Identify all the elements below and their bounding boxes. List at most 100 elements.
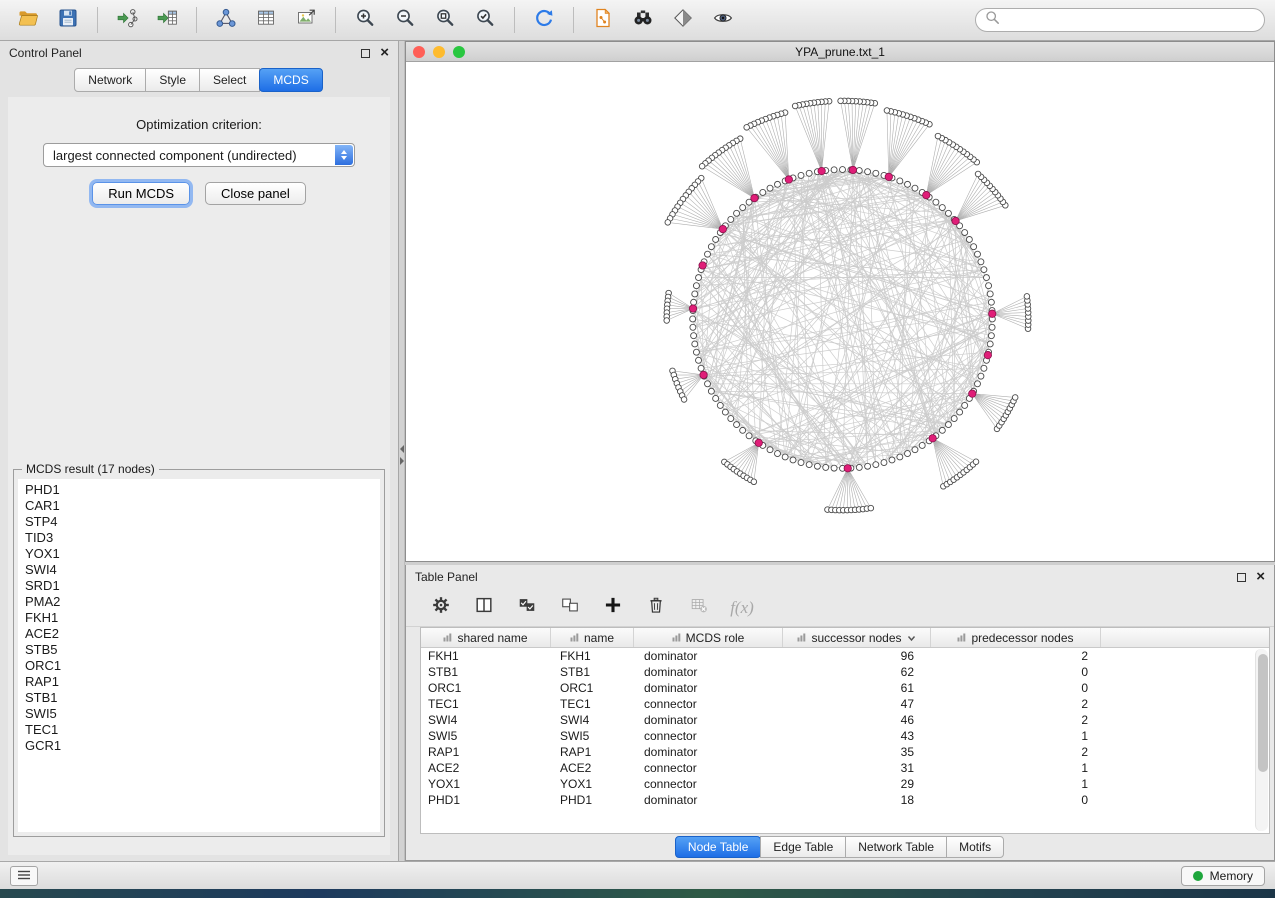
zoom-selected-button[interactable] bbox=[467, 4, 503, 36]
split-panel-button[interactable] bbox=[471, 595, 497, 621]
table-cell: 61 bbox=[783, 681, 931, 695]
import-network-button[interactable] bbox=[109, 4, 145, 36]
add-column-button[interactable] bbox=[600, 595, 626, 621]
tab-mcds[interactable]: MCDS bbox=[259, 68, 322, 92]
refresh-layout-button[interactable] bbox=[526, 4, 562, 36]
close-panel-icon[interactable]: × bbox=[380, 48, 389, 58]
mcds-result-item[interactable]: ORC1 bbox=[25, 658, 380, 674]
close-table-panel-icon[interactable]: × bbox=[1256, 572, 1265, 582]
table-row[interactable]: ACE2ACE2connector311 bbox=[421, 760, 1269, 776]
mcds-result-item[interactable]: SRD1 bbox=[25, 578, 380, 594]
mcds-result-item[interactable]: STB5 bbox=[25, 642, 380, 658]
select-all-button[interactable] bbox=[514, 595, 540, 621]
tab-motifs[interactable]: Motifs bbox=[946, 836, 1004, 858]
show-graphics-details-button[interactable] bbox=[705, 4, 741, 36]
column-header-successor-nodes[interactable]: successor nodes bbox=[783, 628, 931, 647]
mcds-result-item[interactable]: YOX1 bbox=[25, 546, 380, 562]
tab-edge-table[interactable]: Edge Table bbox=[760, 836, 846, 858]
mcds-result-item[interactable]: PHD1 bbox=[25, 482, 380, 498]
window-minimize-button[interactable] bbox=[433, 46, 445, 58]
run-mcds-button[interactable]: Run MCDS bbox=[92, 182, 190, 205]
table-toolbar: f(x) bbox=[406, 589, 1274, 627]
show-panels-button[interactable] bbox=[10, 866, 38, 886]
table-row[interactable]: SWI4SWI4dominator462 bbox=[421, 712, 1269, 728]
tab-node-table[interactable]: Node Table bbox=[675, 836, 762, 858]
mcds-result-item[interactable]: SWI4 bbox=[25, 562, 380, 578]
table-cell: FKH1 bbox=[551, 649, 634, 663]
table-cell: ORC1 bbox=[551, 681, 634, 695]
tab-network[interactable]: Network bbox=[74, 68, 146, 92]
new-network-button[interactable] bbox=[208, 4, 244, 36]
mcds-result-item[interactable]: GCR1 bbox=[25, 738, 380, 754]
panel-splitter[interactable] bbox=[399, 41, 405, 861]
mcds-result-item[interactable]: PMA2 bbox=[25, 594, 380, 610]
mcds-result-item[interactable]: STP4 bbox=[25, 514, 380, 530]
table-cell: connector bbox=[634, 729, 783, 743]
float-table-panel-icon[interactable] bbox=[1237, 573, 1246, 582]
column-header-predecessor-nodes[interactable]: predecessor nodes bbox=[931, 628, 1101, 647]
export-image-icon bbox=[295, 7, 317, 34]
table-row[interactable]: ORC1ORC1dominator610 bbox=[421, 680, 1269, 696]
table-settings-gear-button[interactable] bbox=[428, 595, 454, 621]
table-row[interactable]: TEC1TEC1connector472 bbox=[421, 696, 1269, 712]
save-session-icon bbox=[57, 7, 79, 34]
window-maximize-button[interactable] bbox=[453, 46, 465, 58]
mcds-result-item[interactable]: RAP1 bbox=[25, 674, 380, 690]
column-label: MCDS role bbox=[686, 631, 745, 645]
deselect-all-button[interactable] bbox=[557, 595, 583, 621]
table-cell: 31 bbox=[783, 761, 931, 775]
search-box[interactable] bbox=[975, 8, 1265, 32]
table-scrollbar-thumb[interactable] bbox=[1258, 654, 1268, 772]
export-image-button[interactable] bbox=[288, 4, 324, 36]
mcds-result-item[interactable]: TEC1 bbox=[25, 722, 380, 738]
memory-button[interactable]: Memory bbox=[1181, 866, 1265, 886]
table-row[interactable]: PHD1PHD1dominator180 bbox=[421, 792, 1269, 808]
import-table-button[interactable] bbox=[149, 4, 185, 36]
mcds-result-item[interactable]: CAR1 bbox=[25, 498, 380, 514]
float-panel-icon[interactable] bbox=[361, 49, 370, 58]
table-row[interactable]: SWI5SWI5connector431 bbox=[421, 728, 1269, 744]
column-header-name[interactable]: name bbox=[551, 628, 634, 647]
mcds-result-item[interactable]: ACE2 bbox=[25, 626, 380, 642]
zoom-out-button[interactable] bbox=[387, 4, 423, 36]
table-row[interactable]: RAP1RAP1dominator352 bbox=[421, 744, 1269, 760]
mcds-result-item[interactable]: TID3 bbox=[25, 530, 380, 546]
search-input[interactable] bbox=[1006, 13, 1255, 27]
table-cell: dominator bbox=[634, 793, 783, 807]
tab-network-table[interactable]: Network Table bbox=[845, 836, 947, 858]
column-header-MCDS-role[interactable]: MCDS role bbox=[634, 628, 783, 647]
zoom-in-button[interactable] bbox=[347, 4, 383, 36]
table-cell: connector bbox=[634, 697, 783, 711]
table-cell: YOX1 bbox=[551, 777, 634, 791]
new-table-button[interactable] bbox=[248, 4, 284, 36]
mcds-result-item[interactable]: STB1 bbox=[25, 690, 380, 706]
delete-column-button[interactable] bbox=[643, 595, 669, 621]
table-row[interactable]: STB1STB1dominator620 bbox=[421, 664, 1269, 680]
network-from-selection-button[interactable] bbox=[585, 4, 621, 36]
mcds-result-item[interactable]: FKH1 bbox=[25, 610, 380, 626]
zoom-fit-button[interactable] bbox=[427, 4, 463, 36]
dropdown-stepper-icon bbox=[335, 145, 353, 165]
mcds-result-list[interactable]: PHD1CAR1STP4TID3YOX1SWI4SRD1PMA2FKH1ACE2… bbox=[18, 479, 380, 832]
table-scrollbar[interactable] bbox=[1255, 649, 1268, 831]
open-folder-button[interactable] bbox=[10, 4, 46, 36]
network-canvas[interactable] bbox=[406, 62, 1274, 561]
apply-style-button[interactable] bbox=[665, 4, 701, 36]
collapse-left-icon[interactable] bbox=[400, 445, 404, 453]
network-window: YPA_prune.txt_1 bbox=[405, 41, 1275, 562]
table-row[interactable]: FKH1FKH1dominator962 bbox=[421, 648, 1269, 664]
optimization-criterion-label: Optimization criterion: bbox=[136, 117, 262, 132]
table-cell: connector bbox=[634, 777, 783, 791]
mcds-result-item[interactable]: SWI5 bbox=[25, 706, 380, 722]
search-network-button[interactable] bbox=[625, 4, 661, 36]
save-session-button[interactable] bbox=[50, 4, 86, 36]
column-header-shared-name[interactable]: shared name bbox=[421, 628, 551, 647]
tab-style[interactable]: Style bbox=[145, 68, 200, 92]
table-row[interactable]: YOX1YOX1connector291 bbox=[421, 776, 1269, 792]
criterion-dropdown[interactable]: largest connected component (undirected) bbox=[43, 143, 355, 167]
tab-select[interactable]: Select bbox=[199, 68, 260, 92]
close-panel-button[interactable]: Close panel bbox=[205, 182, 306, 205]
table-cell: 43 bbox=[783, 729, 931, 743]
expand-right-icon[interactable] bbox=[400, 457, 404, 465]
window-close-button[interactable] bbox=[413, 46, 425, 58]
